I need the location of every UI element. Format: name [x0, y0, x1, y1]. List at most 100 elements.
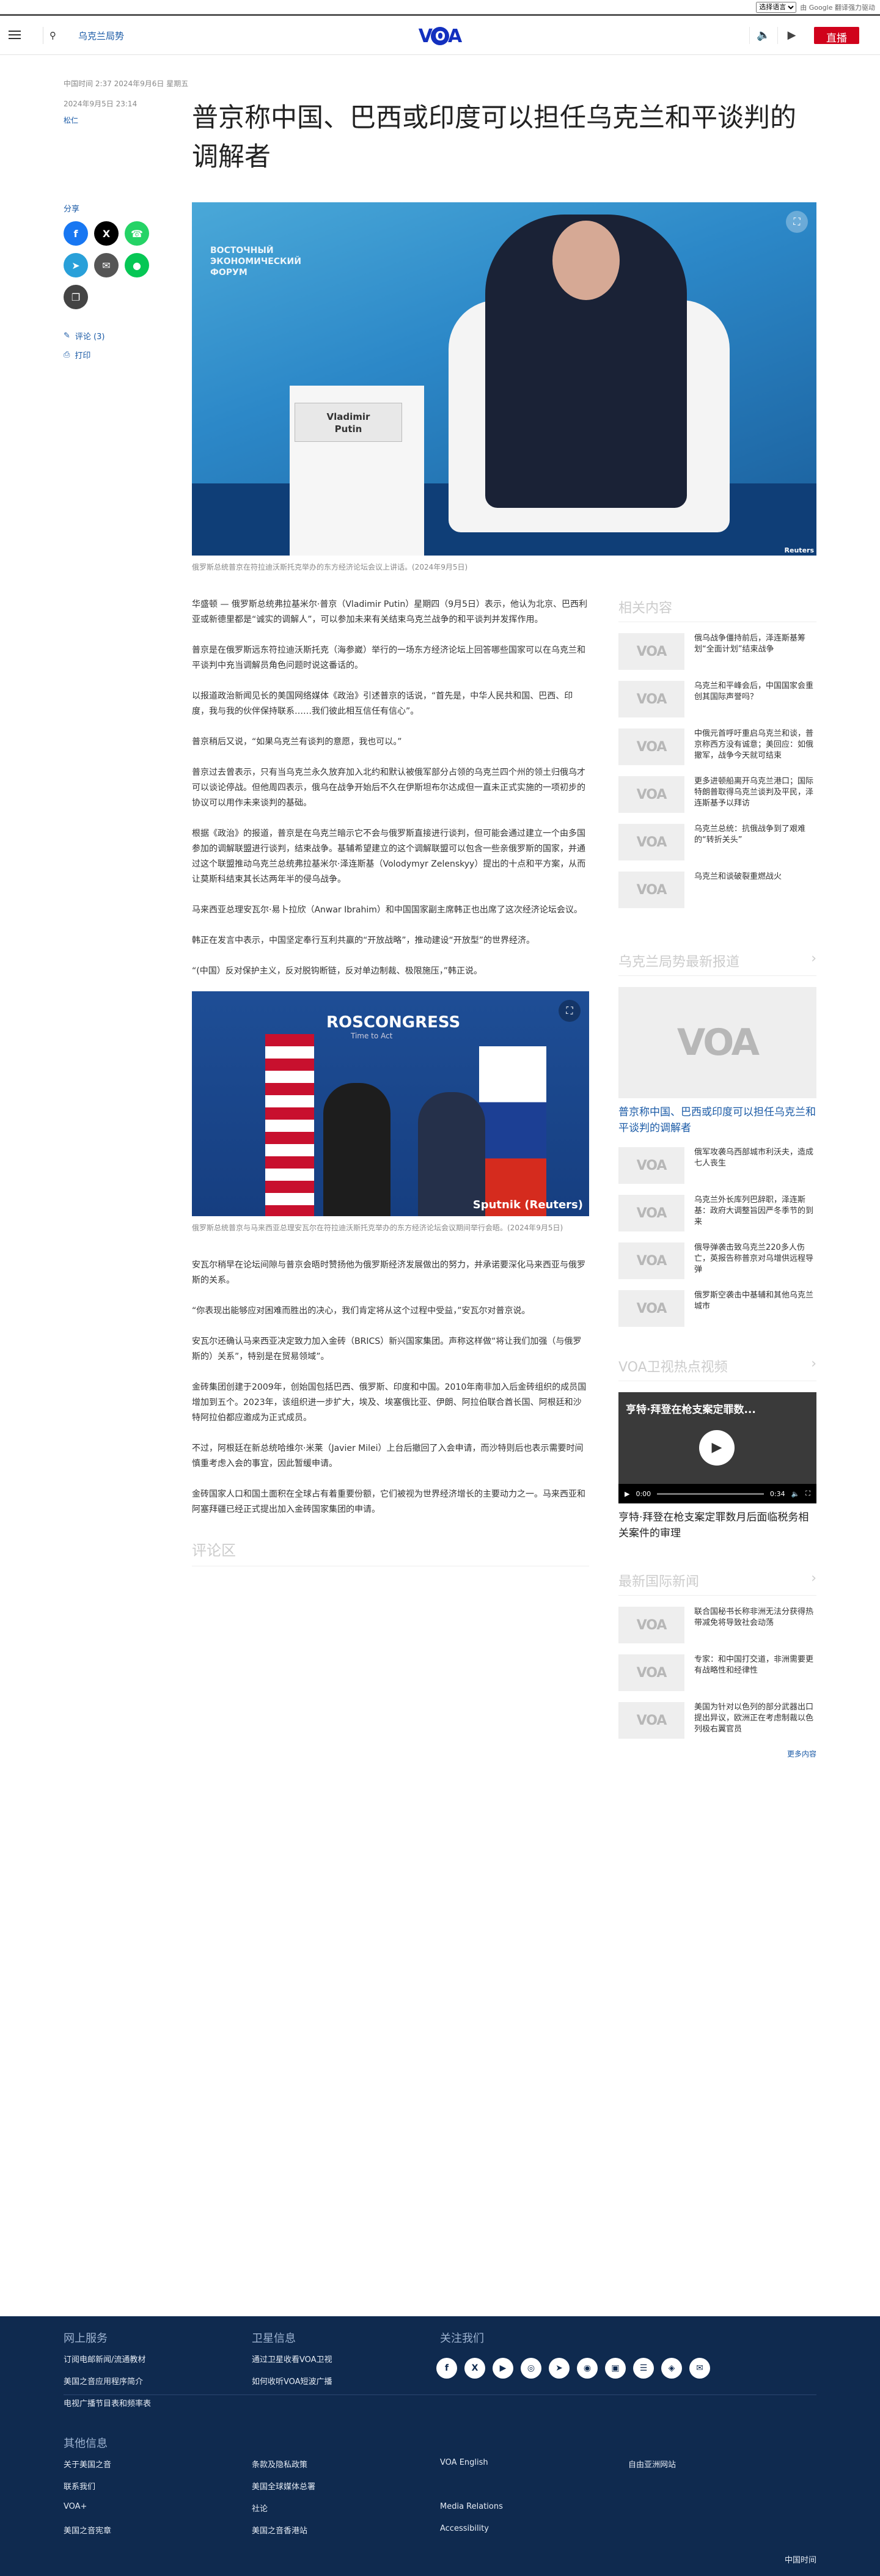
- related-item[interactable]: VOA 乌克兰总统：抗俄战争到了艰难的“转折关头”: [618, 824, 816, 861]
- volume-icon[interactable]: 🔈: [791, 1490, 800, 1498]
- list-item-title[interactable]: 中俄元首呼吁重启乌克兰和谈，普京称西方没有诚意；美回应：如俄撤军，战争今天就可结…: [694, 728, 816, 761]
- list-item-title[interactable]: 乌克兰外长库列巴辞职，泽连斯基：政府大调整旨因严冬季节的到来: [694, 1195, 816, 1228]
- footer-link[interactable]: 社论: [252, 2502, 268, 2514]
- list-item-title[interactable]: 美国为针对以色列的部分武器出口提出异议，欧洲正在考虑制裁以色列极右翼官员: [694, 1702, 816, 1735]
- footer-link[interactable]: 自由亚洲网站: [628, 2458, 676, 2470]
- list-item-title[interactable]: 联合国秘书长称非洲无法分获得热带减免将导致社会动荡: [694, 1607, 816, 1629]
- footer-link[interactable]: 条款及隐私政策: [252, 2458, 307, 2470]
- social-icon[interactable]: ▶: [493, 2358, 513, 2379]
- menu-icon[interactable]: [9, 28, 21, 43]
- latest-item[interactable]: VOA 乌克兰外长库列巴辞职，泽连斯基：政府大调整旨因严冬季节的到来: [618, 1195, 816, 1231]
- related-item[interactable]: VOA 俄乌战争僵持前后，泽连斯基筹划“全面计划”结束战争: [618, 633, 816, 670]
- footer-link[interactable]: 美国之音应用程序简介: [64, 2375, 143, 2387]
- list-item-title[interactable]: 乌克兰和平峰会后，中国国家会重创其国际声誉吗？: [694, 681, 816, 703]
- related-item[interactable]: VOA 乌克兰和平峰会后，中国国家会重创其国际声誉吗？: [618, 681, 816, 717]
- more-link[interactable]: 更多内容: [618, 1749, 816, 1759]
- footer-link[interactable]: Accessibility: [440, 2524, 489, 2533]
- live-button[interactable]: 直播: [814, 27, 859, 45]
- section-link[interactable]: 乌克兰局势: [78, 29, 124, 42]
- footer-link[interactable]: 通过卫星收看VOA卫视: [252, 2353, 332, 2365]
- email-share-icon[interactable]: ✉: [94, 253, 119, 277]
- social-icon[interactable]: ◉: [577, 2358, 598, 2379]
- footer-link[interactable]: 如何收听VOA短波广播: [252, 2375, 332, 2387]
- thumbnail[interactable]: VOA: [618, 633, 684, 670]
- list-item-title[interactable]: 俄乌战争僵持前后，泽连斯基筹划“全面计划”结束战争: [694, 633, 816, 655]
- list-item-title[interactable]: 更多进顿船离开乌克兰港口；国际特朗普取得乌克兰谈判及平民，泽连斯基予以拜访: [694, 776, 816, 809]
- video-heading[interactable]: VOA卫视热点视频 ›: [618, 1356, 816, 1381]
- video-icon[interactable]: ▶: [777, 27, 805, 44]
- voa-logo[interactable]: VOA: [409, 23, 471, 49]
- whatsapp-share-icon[interactable]: ☎: [125, 221, 149, 246]
- latest-item[interactable]: VOA 俄罗斯空袭击中基辅和其他乌克兰城市: [618, 1290, 816, 1327]
- related-item[interactable]: VOA 中俄元首呼吁重启乌克兰和谈，普京称西方没有诚意；美回应：如俄撤军，战争今天…: [618, 728, 816, 765]
- video-progress[interactable]: [657, 1492, 764, 1495]
- latest-big-thumb[interactable]: VOA: [618, 987, 816, 1098]
- footer-link[interactable]: VOA+: [64, 2502, 87, 2511]
- thumbnail[interactable]: VOA: [618, 1702, 684, 1739]
- related-item[interactable]: VOA 乌克兰和谈破裂重燃战火: [618, 872, 816, 908]
- social-icon[interactable]: X: [464, 2358, 485, 2379]
- intl-item[interactable]: VOA 美国为针对以色列的部分武器出口提出异议，欧洲正在考虑制裁以色列极右翼官员: [618, 1702, 816, 1739]
- footer-link[interactable]: 关于美国之音: [64, 2458, 111, 2470]
- thumbnail[interactable]: VOA: [618, 776, 684, 813]
- social-icon[interactable]: ☰: [633, 2358, 654, 2379]
- latest-big-title[interactable]: 普京称中国、巴西或印度可以担任乌克兰和平谈判的调解者: [618, 1104, 816, 1136]
- line-share-icon[interactable]: ●: [125, 253, 149, 277]
- list-item-title[interactable]: 俄罗斯空袭击中基辅和其他乌克兰城市: [694, 1290, 816, 1312]
- list-item-title[interactable]: 专家：和中国打交道，非洲需要更有战略性和经律性: [694, 1654, 816, 1676]
- social-icon[interactable]: ◎: [521, 2358, 541, 2379]
- video-player[interactable]: 亨特·拜登在枪支案定罪数... ▶ ▶ 0:00 0:34 🔈 ⛶: [618, 1392, 816, 1503]
- footer-link[interactable]: 美国之音宪章: [64, 2524, 111, 2536]
- telegram-share-icon[interactable]: ➤: [64, 253, 88, 277]
- fullscreen-icon[interactable]: ⛶: [805, 1489, 810, 1498]
- list-item-title[interactable]: 乌克兰总统：抗俄战争到了艰难的“转折关头”: [694, 824, 816, 846]
- footer-link[interactable]: VOA English: [440, 2458, 488, 2467]
- x-share-icon[interactable]: X: [94, 221, 119, 246]
- print-link[interactable]: ⎙ 打印: [64, 349, 192, 361]
- thumbnail[interactable]: VOA: [618, 1195, 684, 1231]
- list-item-title[interactable]: 乌克兰和谈破裂重燃战火: [694, 872, 782, 883]
- thumbnail[interactable]: VOA: [618, 824, 684, 861]
- latest-heading[interactable]: 乌克兰局势最新报道 ›: [618, 951, 816, 976]
- social-icon[interactable]: ◈: [661, 2358, 682, 2379]
- language-select[interactable]: 选择语言: [756, 2, 797, 13]
- list-item-title[interactable]: 俄军攻袭乌西部城市利沃夫，造成七人丧生: [694, 1147, 816, 1169]
- footer-link[interactable]: 美国全球媒体总署: [252, 2480, 315, 2492]
- expand-icon[interactable]: ⛶: [559, 1000, 581, 1022]
- footer-lang[interactable]: 中国时间: [785, 2553, 816, 2565]
- thumbnail[interactable]: VOA: [618, 681, 684, 717]
- comments-link[interactable]: ✎ 评论 (3): [64, 330, 192, 342]
- footer-link[interactable]: Media Relations: [440, 2502, 503, 2511]
- play-small-icon[interactable]: ▶: [625, 1490, 629, 1498]
- footer-link[interactable]: 联系我们: [64, 2480, 95, 2492]
- thumbnail[interactable]: VOA: [618, 728, 684, 765]
- social-icon[interactable]: f: [436, 2358, 457, 2379]
- thumbnail[interactable]: VOA: [618, 872, 684, 908]
- social-icon[interactable]: ✉: [689, 2358, 710, 2379]
- search-icon[interactable]: ⚲: [43, 27, 60, 44]
- list-item-title[interactable]: 俄导弹袭击致乌克兰220多人伤亡，英报告称普京对乌增供远程导弹: [694, 1242, 816, 1275]
- latest-item[interactable]: VOA 俄导弹袭击致乌克兰220多人伤亡，英报告称普京对乌增供远程导弹: [618, 1242, 816, 1279]
- thumbnail[interactable]: VOA: [618, 1607, 684, 1643]
- thumbnail[interactable]: VOA: [618, 1654, 684, 1691]
- audio-icon[interactable]: 🔈: [749, 27, 777, 44]
- related-item[interactable]: VOA 更多进顿船离开乌克兰港口；国际特朗普取得乌克兰谈判及平民，泽连斯基予以拜访: [618, 776, 816, 813]
- latest-item[interactable]: VOA 俄军攻袭乌西部城市利沃夫，造成七人丧生: [618, 1147, 816, 1184]
- video-title[interactable]: 亨特·拜登在枪支案定罪数月后面临税务相关案件的审理: [618, 1510, 816, 1541]
- social-icon[interactable]: ▣: [605, 2358, 626, 2379]
- play-icon[interactable]: ▶: [699, 1430, 735, 1466]
- expand-icon[interactable]: ⛶: [786, 211, 808, 233]
- author-link[interactable]: 松仁: [64, 115, 192, 125]
- copy-link-icon[interactable]: ❐: [64, 285, 88, 309]
- intl-item[interactable]: VOA 联合国秘书长称非洲无法分获得热带减免将导致社会动荡: [618, 1607, 816, 1643]
- footer-link[interactable]: 电视广播节目表和频率表: [64, 2397, 151, 2409]
- facebook-share-icon[interactable]: f: [64, 221, 88, 246]
- intl-item[interactable]: VOA 专家：和中国打交道，非洲需要更有战略性和经律性: [618, 1654, 816, 1691]
- intl-heading[interactable]: 最新国际新闻 ›: [618, 1571, 816, 1596]
- thumbnail[interactable]: VOA: [618, 1290, 684, 1327]
- thumbnail[interactable]: VOA: [618, 1147, 684, 1184]
- social-icon[interactable]: ➤: [549, 2358, 570, 2379]
- footer-link[interactable]: 美国之音香港站: [252, 2524, 307, 2536]
- footer-link[interactable]: 订阅电邮新闻/流通教材: [64, 2353, 145, 2365]
- thumbnail[interactable]: VOA: [618, 1242, 684, 1279]
